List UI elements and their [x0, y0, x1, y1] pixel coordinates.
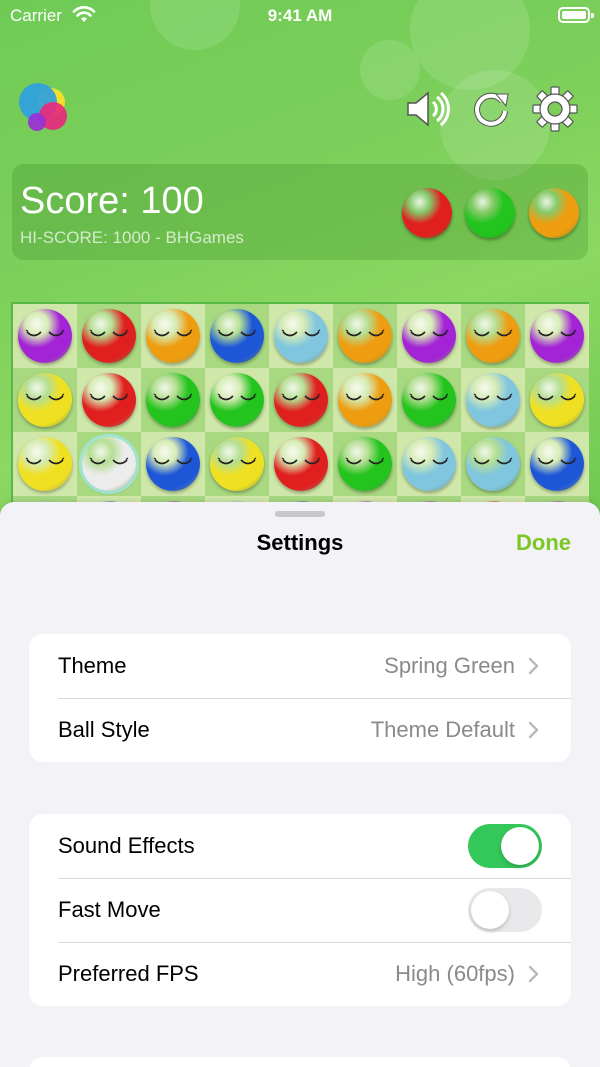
sound-effects-toggle[interactable]	[468, 824, 542, 868]
green-ball[interactable]	[402, 373, 456, 427]
appearance-group: Theme Spring Green Ball Style Theme Defa…	[29, 634, 571, 762]
board-cell[interactable]	[205, 368, 269, 432]
board-cell[interactable]	[13, 368, 77, 432]
sheet-grabber[interactable]	[275, 511, 325, 517]
green-ball[interactable]	[146, 373, 200, 427]
game-background: Carrier 9:41 AM Score: 100 HI-SCORE: 100…	[0, 0, 600, 560]
more-settings-group	[29, 1057, 571, 1067]
purple-ball[interactable]	[18, 309, 72, 363]
status-bar: Carrier 9:41 AM	[0, 0, 600, 32]
red-ball[interactable]	[274, 437, 328, 491]
blue-ball[interactable]	[210, 309, 264, 363]
fast-move-row: Fast Move	[29, 878, 571, 942]
board-cell[interactable]	[333, 304, 397, 368]
orange-ball[interactable]	[466, 309, 520, 363]
preferred-fps-value: High (60fps)	[395, 961, 515, 986]
white-ball[interactable]	[82, 437, 136, 491]
board-cell[interactable]	[397, 432, 461, 496]
board-cell[interactable]	[77, 368, 141, 432]
board-cell[interactable]	[269, 432, 333, 496]
red-ball[interactable]	[82, 373, 136, 427]
yellow-ball[interactable]	[18, 437, 72, 491]
board-cell[interactable]	[461, 432, 525, 496]
board-cell[interactable]	[269, 368, 333, 432]
board-cell[interactable]	[269, 304, 333, 368]
green-ball[interactable]	[210, 373, 264, 427]
next-ball	[402, 188, 452, 238]
chevron-right-icon	[528, 721, 539, 739]
board-cell[interactable]	[525, 432, 589, 496]
next-ball	[465, 188, 515, 238]
yellow-ball[interactable]	[18, 373, 72, 427]
score-label: Score: 100	[20, 180, 204, 222]
orange-ball[interactable]	[338, 309, 392, 363]
green-ball[interactable]	[338, 437, 392, 491]
yellow-ball[interactable]	[530, 373, 584, 427]
board-cell[interactable]	[141, 368, 205, 432]
board-cell[interactable]	[461, 304, 525, 368]
board-cell[interactable]	[525, 304, 589, 368]
battery-icon	[558, 7, 594, 23]
chevron-right-icon	[528, 965, 539, 983]
fast-move-label: Fast Move	[58, 897, 161, 922]
red-ball[interactable]	[274, 373, 328, 427]
score-panel: Score: 100 HI-SCORE: 1000 - BHGames	[12, 164, 588, 260]
board-cell[interactable]	[333, 368, 397, 432]
restart-icon[interactable]	[468, 86, 514, 132]
gear-icon[interactable]	[532, 86, 578, 132]
blue-ball[interactable]	[146, 437, 200, 491]
settings-title: Settings	[256, 530, 344, 555]
board-cell[interactable]	[13, 432, 77, 496]
sound-effects-label: Sound Effects	[58, 833, 195, 858]
board-cell[interactable]	[525, 368, 589, 432]
hi-score-label: HI-SCORE: 1000 - BHGames	[20, 228, 244, 247]
red-ball[interactable]	[82, 309, 136, 363]
next-ball	[529, 188, 579, 238]
preferred-fps-label: Preferred FPS	[58, 961, 199, 986]
speaker-icon[interactable]	[404, 86, 450, 132]
theme-row[interactable]: Theme Spring Green	[29, 634, 571, 698]
chevron-right-icon	[528, 657, 539, 675]
settings-sheet: Settings Done Theme Spring Green Ball St…	[0, 502, 600, 1067]
purple-ball[interactable]	[402, 309, 456, 363]
board-cell[interactable]	[77, 304, 141, 368]
cyan-ball[interactable]	[274, 309, 328, 363]
yellow-ball[interactable]	[210, 437, 264, 491]
cyan-ball[interactable]	[402, 437, 456, 491]
sound-effects-row: Sound Effects	[29, 814, 571, 878]
board-cell[interactable]	[397, 368, 461, 432]
board-cell[interactable]	[333, 432, 397, 496]
theme-label: Theme	[58, 653, 127, 678]
board-cell[interactable]	[141, 432, 205, 496]
board-cell[interactable]	[77, 432, 141, 496]
board-cell[interactable]	[205, 432, 269, 496]
board-cell[interactable]	[461, 368, 525, 432]
ball-style-row[interactable]: Ball Style Theme Default	[29, 698, 571, 762]
theme-value: Spring Green	[384, 653, 515, 678]
cyan-ball[interactable]	[466, 373, 520, 427]
orange-ball[interactable]	[338, 373, 392, 427]
gameplay-group: Sound Effects Fast Move Preferred FPS Hi…	[29, 814, 571, 1006]
board-cell[interactable]	[13, 304, 77, 368]
orange-ball[interactable]	[146, 309, 200, 363]
ball-style-label: Ball Style	[58, 717, 150, 742]
done-button[interactable]: Done	[516, 530, 571, 556]
board-cell[interactable]	[141, 304, 205, 368]
board-cell[interactable]	[205, 304, 269, 368]
preferred-fps-row[interactable]: Preferred FPS High (60fps)	[29, 942, 571, 1006]
blue-ball[interactable]	[530, 437, 584, 491]
clock: 9:41 AM	[267, 6, 333, 25]
app-logo-icon	[17, 82, 71, 136]
cyan-ball[interactable]	[466, 437, 520, 491]
ball-style-value: Theme Default	[370, 717, 515, 742]
purple-ball[interactable]	[530, 309, 584, 363]
board-cell[interactable]	[397, 304, 461, 368]
fast-move-toggle[interactable]	[468, 888, 542, 932]
